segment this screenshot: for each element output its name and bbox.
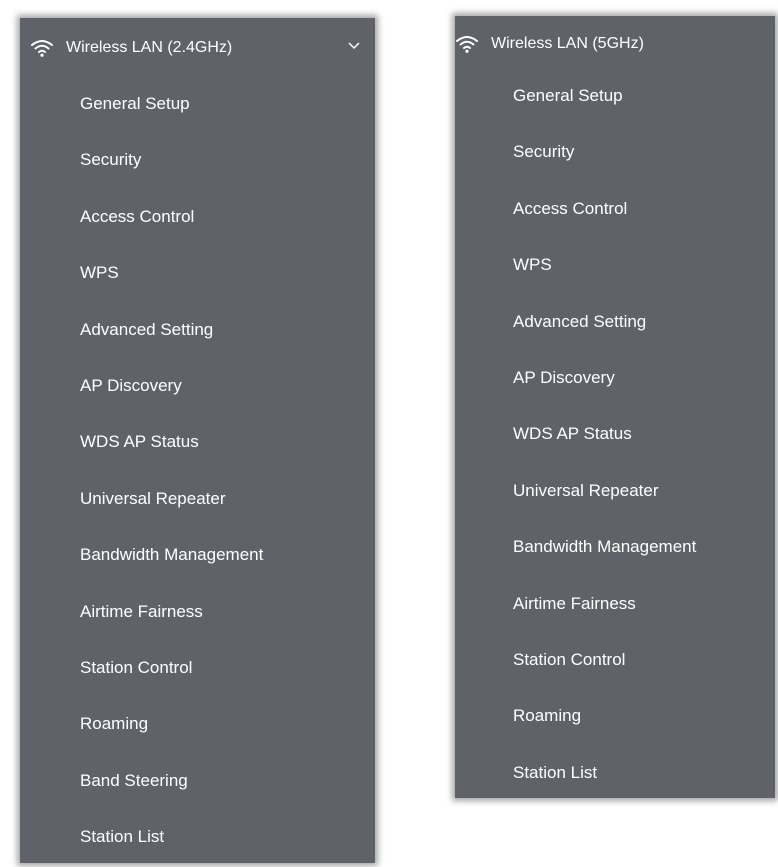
menu-item-security[interactable]: Security	[513, 124, 775, 180]
menu-item-bandwidth-management[interactable]: Bandwidth Management	[513, 519, 775, 575]
menu-item-bandwidth-management[interactable]: Bandwidth Management	[80, 527, 375, 583]
menu-item-access-control[interactable]: Access Control	[513, 181, 775, 237]
wifi-icon	[30, 38, 54, 58]
menu-item-universal-repeater[interactable]: Universal Repeater	[80, 471, 375, 527]
menu-item-airtime-fairness[interactable]: Airtime Fairness	[80, 584, 375, 640]
wireless-lan-24ghz-menu: Wireless LAN (2.4GHz) General Setup Secu…	[20, 18, 375, 863]
menu-item-station-control[interactable]: Station Control	[513, 632, 775, 688]
menu-item-band-steering[interactable]: Band Steering	[80, 753, 375, 809]
menu-item-ap-discovery[interactable]: AP Discovery	[80, 358, 375, 414]
menu-item-station-control[interactable]: Station Control	[80, 640, 375, 696]
menu-item-roaming[interactable]: Roaming	[513, 688, 775, 744]
menu-list-24ghz: General Setup Security Access Control WP…	[80, 76, 375, 865]
menu-item-wps[interactable]: WPS	[80, 245, 375, 301]
menu-item-roaming[interactable]: Roaming	[80, 696, 375, 752]
chevron-down-icon[interactable]	[347, 38, 361, 52]
menu-item-advanced-setting[interactable]: Advanced Setting	[80, 302, 375, 358]
menu-item-station-list[interactable]: Station List	[513, 745, 775, 801]
menu-item-advanced-setting[interactable]: Advanced Setting	[513, 294, 775, 350]
wireless-lan-5ghz-header[interactable]: Wireless LAN (5GHz)	[455, 16, 775, 72]
menu-item-ap-discovery[interactable]: AP Discovery	[513, 350, 775, 406]
menu-item-wps[interactable]: WPS	[513, 237, 775, 293]
menu-item-security[interactable]: Security	[80, 132, 375, 188]
menu-item-airtime-fairness[interactable]: Airtime Fairness	[513, 576, 775, 632]
menu-item-general-setup[interactable]: General Setup	[513, 68, 775, 124]
menu-item-station-list[interactable]: Station List	[80, 809, 375, 865]
menu-title: Wireless LAN (5GHz)	[491, 35, 644, 52]
menu-item-universal-repeater[interactable]: Universal Repeater	[513, 463, 775, 519]
menu-item-wds-ap-status[interactable]: WDS AP Status	[513, 406, 775, 462]
wifi-icon	[455, 34, 479, 54]
menu-title: Wireless LAN (2.4GHz)	[66, 39, 233, 56]
menu-item-wds-ap-status[interactable]: WDS AP Status	[80, 414, 375, 470]
menu-item-general-setup[interactable]: General Setup	[80, 76, 375, 132]
menu-item-access-control[interactable]: Access Control	[80, 189, 375, 245]
wireless-lan-24ghz-header[interactable]: Wireless LAN (2.4GHz)	[20, 20, 375, 76]
wireless-lan-5ghz-menu: Wireless LAN (5GHz) General Setup Securi…	[455, 16, 775, 798]
menu-list-5ghz: General Setup Security Access Control WP…	[513, 68, 775, 801]
